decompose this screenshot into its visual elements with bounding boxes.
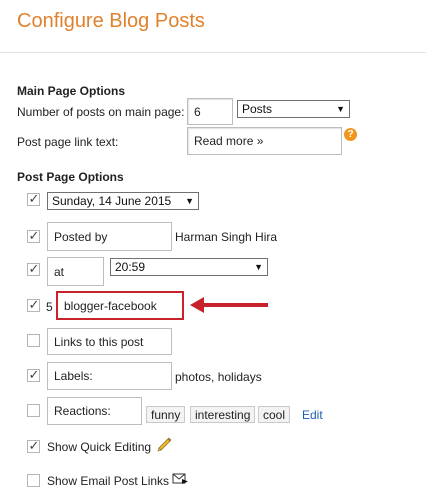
red-arrow-shaft	[203, 303, 268, 307]
email-forward-icon	[172, 472, 188, 486]
share-buttons-input[interactable]: blogger-facebook	[56, 291, 184, 320]
help-icon[interactable]: ?	[344, 128, 357, 141]
share-prefix-label: 5	[46, 300, 53, 314]
reactions-input[interactable]: Reactions:	[47, 397, 142, 425]
author-checkbox[interactable]: ✓	[27, 228, 40, 243]
checkmark-icon: ✓	[28, 191, 40, 206]
checkmark-icon: ✓	[28, 261, 40, 276]
chevron-down-icon: ▼	[254, 262, 263, 272]
reaction-tag-funny: funny	[146, 406, 186, 423]
title-divider	[0, 52, 426, 53]
time-checkbox[interactable]: ✓	[27, 261, 40, 276]
pencil-icon	[156, 436, 172, 452]
red-arrow-icon	[190, 297, 204, 313]
backlinks-checkbox[interactable]	[27, 334, 40, 347]
share-checkbox[interactable]: ✓	[27, 297, 40, 312]
main-page-options-heading: Main Page Options	[17, 84, 126, 98]
checkmark-icon: ✓	[28, 438, 40, 453]
time-format-select[interactable]: 20:59 ▼	[110, 258, 268, 276]
backlinks-input[interactable]: Links to this post	[47, 328, 172, 355]
posts-count-label: Number of posts on main page:	[17, 105, 185, 119]
time-prefix-input[interactable]: at	[47, 257, 104, 286]
page-title: Configure Blog Posts	[17, 10, 205, 32]
post-page-options-heading: Post Page Options	[17, 170, 124, 184]
reactions-checkbox[interactable]	[27, 404, 40, 417]
quick-edit-checkbox[interactable]: ✓	[27, 438, 40, 453]
chevron-down-icon: ▼	[185, 196, 194, 206]
posts-unit-select[interactable]: Posts ▼	[237, 100, 350, 118]
reaction-tag-interesting: interesting	[190, 406, 256, 423]
labels-checkbox[interactable]: ✓	[27, 367, 40, 382]
reaction-tag-cool: cool	[258, 406, 291, 423]
posted-by-input[interactable]: Posted by	[47, 222, 172, 251]
email-links-checkbox[interactable]	[27, 474, 40, 487]
post-link-label: Post page link text:	[17, 135, 119, 149]
time-format-value: 20:59	[115, 260, 146, 274]
labels-list: photos, holidays	[175, 370, 262, 384]
date-format-value: Sunday, 14 June 2015	[52, 194, 172, 208]
email-links-label: Show Email Post Links	[47, 474, 170, 488]
checkmark-icon: ✓	[28, 228, 40, 243]
chevron-down-icon: ▼	[336, 104, 345, 114]
date-checkbox[interactable]: ✓	[27, 191, 40, 206]
posts-unit-value: Posts	[242, 102, 273, 116]
labels-input[interactable]: Labels:	[47, 362, 172, 390]
quick-edit-label: Show Quick Editing	[47, 440, 152, 454]
posts-count-input[interactable]: 6	[187, 98, 233, 125]
date-format-select[interactable]: Sunday, 14 June 2015 ▼	[47, 192, 199, 210]
post-link-input[interactable]: Read more »	[187, 127, 342, 155]
checkmark-icon: ✓	[28, 297, 40, 312]
reactions-edit-link[interactable]: Edit	[302, 408, 323, 422]
author-name: Harman Singh Hira	[175, 230, 278, 244]
checkmark-icon: ✓	[28, 367, 40, 382]
